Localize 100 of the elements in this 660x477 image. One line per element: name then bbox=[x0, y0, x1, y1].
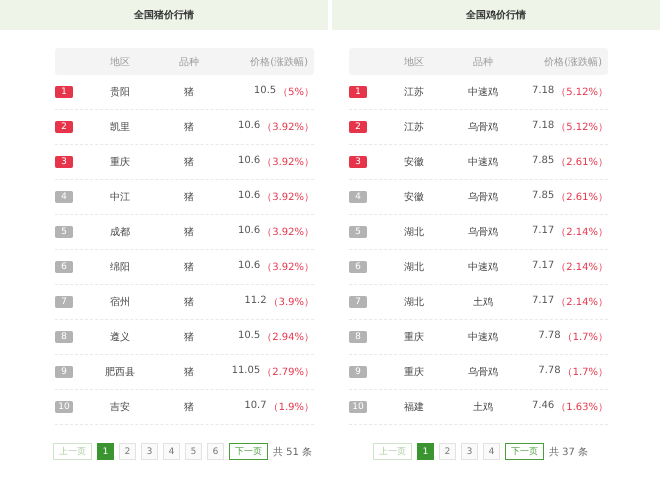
column-header: 价格(涨跌幅) bbox=[250, 56, 308, 68]
rank-badge: 3 bbox=[55, 156, 73, 168]
change-text: （3.92%） bbox=[262, 156, 314, 169]
table-cell-text: 中速鸡 bbox=[468, 260, 498, 274]
price-text: 7.78 bbox=[538, 365, 561, 378]
rank-badge: 7 bbox=[349, 296, 367, 308]
table-cell-text: 江苏 bbox=[404, 120, 424, 134]
table-cell-text: 猪 bbox=[184, 366, 194, 379]
table-cell-text: 乌骨鸡 bbox=[468, 226, 498, 239]
column-header: 价格(涨跌幅) bbox=[544, 56, 602, 68]
change-text: （3.92%） bbox=[262, 261, 314, 274]
total-count: 共 51 条 bbox=[273, 446, 312, 458]
rank-badge: 2 bbox=[349, 121, 367, 133]
rank-badge: 8 bbox=[349, 331, 367, 343]
rank-badge: 7 bbox=[55, 296, 73, 308]
table-cell-text: 遵义 bbox=[110, 330, 130, 344]
price-text: 11.05 bbox=[232, 365, 260, 378]
rank-badge: 9 bbox=[349, 366, 367, 378]
page-button[interactable]: 6 bbox=[207, 443, 224, 460]
change-text: （3.9%） bbox=[268, 296, 314, 309]
table-cell-text: 猪 bbox=[184, 156, 194, 169]
panel-title: 全国鸡价行情 bbox=[466, 8, 526, 22]
price-text: 11.2 bbox=[244, 295, 267, 308]
page-button[interactable]: 4 bbox=[163, 443, 180, 460]
next-page-button[interactable]: 下一页 bbox=[229, 443, 268, 460]
table-cell-text: 江苏 bbox=[404, 86, 424, 99]
change-text: （5.12%） bbox=[556, 121, 608, 134]
rank-badge: 6 bbox=[55, 261, 73, 273]
change-text: （2.14%） bbox=[556, 226, 608, 239]
change-text: （5.12%） bbox=[556, 86, 608, 99]
panel-title: 全国猪价行情 bbox=[134, 8, 194, 22]
page-button[interactable]: 1 bbox=[97, 443, 114, 460]
change-text: （1.63%） bbox=[556, 401, 608, 414]
next-page-button[interactable]: 下一页 bbox=[505, 443, 544, 460]
change-text: （5%） bbox=[278, 86, 314, 99]
price-text: 7.46 bbox=[532, 400, 554, 413]
table-cell-text: 吉安 bbox=[110, 400, 130, 414]
page-button[interactable]: 2 bbox=[119, 443, 136, 460]
total-count: 共 37 条 bbox=[549, 446, 588, 458]
rank-badge: 4 bbox=[55, 191, 73, 203]
table-cell-text: 重庆 bbox=[110, 156, 130, 169]
price-text: 10.6 bbox=[238, 225, 260, 238]
table-cell-text: 中速鸡 bbox=[468, 330, 498, 344]
table-cell-text: 福建 bbox=[404, 400, 424, 414]
page-button[interactable]: 3 bbox=[141, 443, 158, 460]
table-cell-text: 乌骨鸡 bbox=[468, 366, 498, 379]
change-text: （3.92%） bbox=[262, 121, 314, 134]
table-cell-text: 土鸡 bbox=[473, 296, 493, 309]
table-cell-text: 猪 bbox=[184, 260, 194, 274]
change-text: （2.14%） bbox=[556, 296, 608, 309]
column-header: 品种 bbox=[473, 56, 493, 68]
table-cell-text: 湖北 bbox=[404, 260, 424, 274]
change-text: （3.92%） bbox=[262, 191, 314, 204]
rank-badge: 9 bbox=[55, 366, 73, 378]
change-text: （1.7%） bbox=[562, 331, 608, 344]
rank-badge: 4 bbox=[349, 191, 367, 203]
price-text: 7.78 bbox=[538, 330, 561, 343]
table-cell-text: 猪 bbox=[184, 190, 194, 204]
table-cell-text: 安徽 bbox=[404, 190, 424, 204]
column-header: 地区 bbox=[110, 56, 130, 68]
table-cell-text: 重庆 bbox=[404, 330, 424, 344]
table-cell-text: 猪 bbox=[184, 226, 194, 239]
table-cell-text: 猪 bbox=[184, 86, 194, 99]
price-text: 10.6 bbox=[238, 260, 260, 273]
price-text: 10.7 bbox=[244, 400, 267, 413]
table-cell-text: 凯里 bbox=[110, 120, 130, 134]
rank-badge: 3 bbox=[349, 156, 367, 168]
rank-badge: 8 bbox=[55, 331, 73, 343]
table-cell-text: 中速鸡 bbox=[468, 86, 498, 99]
table-cell-text: 中速鸡 bbox=[468, 156, 498, 169]
rank-badge: 10 bbox=[55, 401, 73, 413]
table-cell-text: 贵阳 bbox=[110, 86, 130, 99]
page-button[interactable]: 5 bbox=[185, 443, 202, 460]
table-cell-text: 湖北 bbox=[404, 226, 424, 239]
table-cell-text: 中江 bbox=[110, 190, 130, 204]
table-cell-text: 肥西县 bbox=[105, 366, 135, 379]
price-text: 7.18 bbox=[532, 85, 554, 98]
page-button[interactable]: 2 bbox=[439, 443, 456, 460]
column-header: 地区 bbox=[404, 56, 424, 68]
rank-badge: 5 bbox=[349, 226, 367, 238]
change-text: （2.79%） bbox=[262, 366, 314, 379]
page-button[interactable]: 1 bbox=[417, 443, 434, 460]
page-button[interactable]: 4 bbox=[483, 443, 500, 460]
price-text: 10.5 bbox=[254, 85, 276, 98]
change-text: （3.92%） bbox=[262, 226, 314, 239]
price-text: 10.6 bbox=[238, 155, 260, 168]
price-text: 7.17 bbox=[532, 295, 554, 308]
price-text: 7.85 bbox=[532, 155, 554, 168]
change-text: （2.61%） bbox=[556, 191, 608, 204]
price-text: 7.17 bbox=[532, 260, 554, 273]
change-text: （2.94%） bbox=[262, 331, 314, 344]
page-button[interactable]: 3 bbox=[461, 443, 478, 460]
table-cell-text: 宿州 bbox=[110, 296, 130, 309]
rank-badge: 5 bbox=[55, 226, 73, 238]
price-text: 10.6 bbox=[238, 120, 260, 133]
rank-badge: 10 bbox=[349, 401, 367, 413]
table-cell-text: 安徽 bbox=[404, 156, 424, 169]
rank-badge: 2 bbox=[55, 121, 73, 133]
table-cell-text: 湖北 bbox=[404, 296, 424, 309]
change-text: （1.9%） bbox=[268, 401, 314, 414]
